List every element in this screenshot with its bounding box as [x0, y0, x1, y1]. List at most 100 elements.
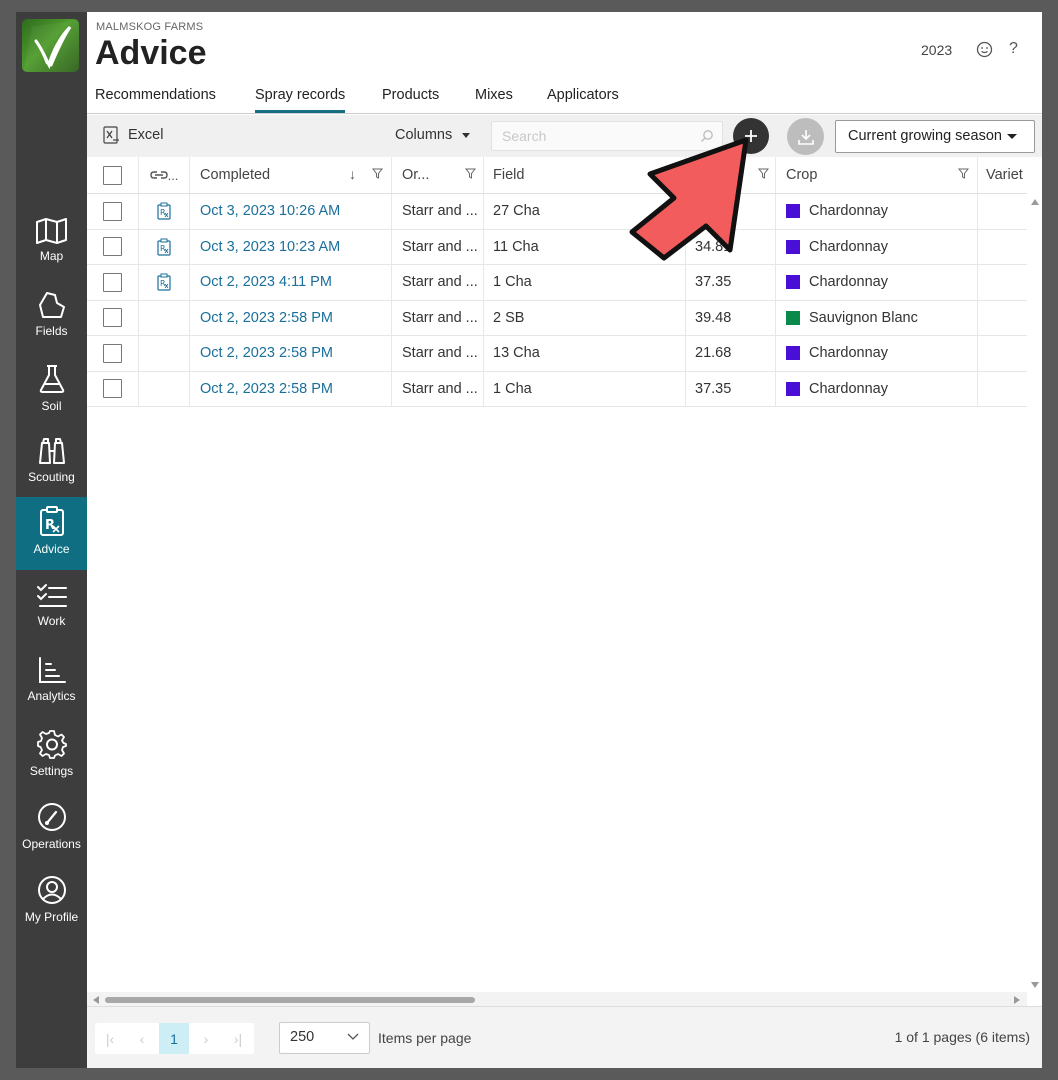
nav-fields[interactable]: Fields	[16, 283, 87, 356]
tab-mixes[interactable]: Mixes	[475, 87, 513, 103]
nav-label: Analytics	[27, 689, 76, 703]
header-or[interactable]: Or...	[392, 157, 484, 193]
completed-link[interactable]: Oct 3, 2023 10:23 AM	[200, 239, 340, 255]
crop-name: Sauvignon Blanc	[809, 309, 918, 326]
tab-applicators[interactable]: Applicators	[547, 87, 619, 103]
header-link[interactable]: ...	[139, 157, 190, 193]
columns-label: Columns	[395, 127, 453, 143]
svg-text:R: R	[160, 279, 166, 288]
prescription-icon[interactable]: R	[157, 238, 171, 256]
scroll-up-icon[interactable]	[1031, 199, 1039, 205]
crop-cell: Chardonnay	[776, 194, 978, 229]
or-cell: Starr and ...	[392, 265, 484, 300]
crop-color-swatch	[786, 346, 800, 361]
first-page-icon[interactable]: |‹	[95, 1023, 125, 1054]
horizontal-scrollbar[interactable]	[87, 992, 1027, 1007]
header-crop[interactable]: Crop	[776, 157, 978, 193]
table-row[interactable]: Oct 2, 2023 2:58 PM Starr and ... 2 SB 3…	[87, 300, 1027, 336]
completed-cell: Oct 2, 2023 2:58 PM	[190, 300, 392, 335]
nav-label: Work	[37, 614, 66, 628]
nav-operations[interactable]: Operations	[16, 794, 87, 867]
filter-icon[interactable]	[465, 168, 476, 179]
season-dropdown[interactable]: Current growing season	[835, 120, 1035, 153]
header-completed[interactable]: Completed ↓	[190, 157, 392, 193]
app-logo[interactable]	[22, 19, 79, 72]
crop-name: Chardonnay	[809, 274, 888, 291]
export-excel-button[interactable]: Excel	[103, 126, 163, 144]
table-row[interactable]: Oct 2, 2023 2:58 PM Starr and ... 1 Cha …	[87, 371, 1027, 407]
area-cell: 37.35	[686, 265, 776, 300]
leaf-logo-icon	[23, 19, 79, 72]
row-checkbox[interactable]	[103, 379, 122, 399]
row-checkbox[interactable]	[103, 201, 122, 221]
tab-recommendations[interactable]: Recommendations	[95, 87, 216, 103]
table-row[interactable]: Oct 2, 2023 2:58 PM Starr and ... 13 Cha…	[87, 336, 1027, 372]
sort-desc-icon[interactable]: ↓	[349, 166, 356, 182]
grid-toolbar: Excel Columns Current growing season	[87, 115, 1042, 157]
table-row[interactable]: R Oct 3, 2023 10:23 AM Starr and ... 11 …	[87, 229, 1027, 265]
prev-page-icon[interactable]: ‹	[127, 1023, 157, 1054]
row-checkbox[interactable]	[103, 343, 122, 363]
vertical-scrollbar[interactable]	[1027, 194, 1042, 1000]
crop-name: Chardonnay	[809, 203, 888, 220]
nav-analytics[interactable]: Analytics	[16, 648, 87, 721]
scroll-right-icon[interactable]	[1014, 996, 1020, 1004]
nav-label: Scouting	[28, 470, 75, 484]
nav-work[interactable]: Work	[16, 575, 87, 648]
scroll-down-icon[interactable]	[1031, 982, 1039, 988]
completed-link[interactable]: Oct 3, 2023 10:26 AM	[200, 203, 340, 219]
area-cell: 21.68	[686, 336, 776, 371]
page-number-current[interactable]: 1	[159, 1023, 189, 1054]
items-per-page-select[interactable]: 250	[279, 1022, 370, 1054]
fields-icon	[38, 292, 65, 318]
completed-link[interactable]: Oct 2, 2023 2:58 PM	[200, 310, 333, 326]
feedback-smiley-icon[interactable]	[976, 41, 993, 58]
prescription-icon[interactable]: R	[157, 273, 171, 291]
crop-name: Chardonnay	[809, 345, 888, 362]
columns-dropdown[interactable]: Columns	[395, 127, 471, 143]
filter-icon[interactable]	[958, 168, 969, 179]
nav-advice[interactable]: R Advice	[16, 497, 87, 570]
tab-products[interactable]: Products	[382, 87, 439, 103]
row-checkbox[interactable]	[103, 237, 122, 257]
row-checkbox[interactable]	[103, 308, 122, 328]
season-year[interactable]: 2023	[921, 42, 952, 58]
scroll-left-icon[interactable]	[93, 996, 99, 1004]
last-page-icon[interactable]: ›|	[223, 1023, 253, 1054]
select-all-checkbox[interactable]	[103, 165, 122, 185]
next-page-icon[interactable]: ›	[191, 1023, 221, 1054]
svg-text:R: R	[160, 208, 166, 217]
chevron-down-icon	[1006, 133, 1017, 139]
table-row[interactable]: R Oct 3, 2023 10:26 AM Starr and ... 27 …	[87, 194, 1027, 230]
header-completed-label: Completed	[200, 167, 271, 183]
nav-map[interactable]: Map	[16, 210, 87, 283]
tab-spray-records[interactable]: Spray records	[255, 87, 346, 113]
completed-link[interactable]: Oct 2, 2023 2:58 PM	[200, 381, 333, 397]
spray-records-grid: ... Completed ↓ Or... Field Crop Variet …	[87, 157, 1027, 407]
user-icon	[37, 876, 66, 904]
header-variety[interactable]: Variet	[978, 157, 1038, 193]
header-field-label: Field	[493, 167, 525, 183]
horizontal-scroll-thumb[interactable]	[105, 997, 475, 1003]
filter-icon[interactable]	[372, 168, 383, 179]
prescription-icon[interactable]: R	[157, 202, 171, 220]
download-button[interactable]	[787, 118, 824, 155]
crop-cell: Chardonnay	[776, 336, 978, 371]
row-checkbox[interactable]	[103, 272, 122, 292]
checklist-icon	[36, 584, 67, 607]
nav-soil[interactable]: Soil	[16, 356, 87, 429]
completed-link[interactable]: Oct 2, 2023 2:58 PM	[200, 345, 333, 361]
grid-header-row: ... Completed ↓ Or... Field Crop Variet	[87, 157, 1027, 194]
pager: |‹ ‹ 1 › ›|	[95, 1023, 254, 1054]
completed-cell: Oct 2, 2023 4:11 PM	[190, 265, 392, 300]
completed-link[interactable]: Oct 2, 2023 4:11 PM	[200, 274, 332, 290]
help-icon[interactable]: ?	[1009, 40, 1018, 58]
table-row[interactable]: R Oct 2, 2023 4:11 PM Starr and ... 1 Ch…	[87, 265, 1027, 301]
nav-settings[interactable]: Settings	[16, 721, 87, 794]
link-cell	[139, 371, 190, 406]
select-cell	[87, 371, 139, 406]
crop-color-swatch	[786, 310, 800, 325]
nav-scouting[interactable]: Scouting	[16, 429, 87, 502]
nav-my-profile[interactable]: My Profile	[16, 867, 87, 940]
farm-name: MALMSKOG FARMS	[96, 21, 204, 33]
